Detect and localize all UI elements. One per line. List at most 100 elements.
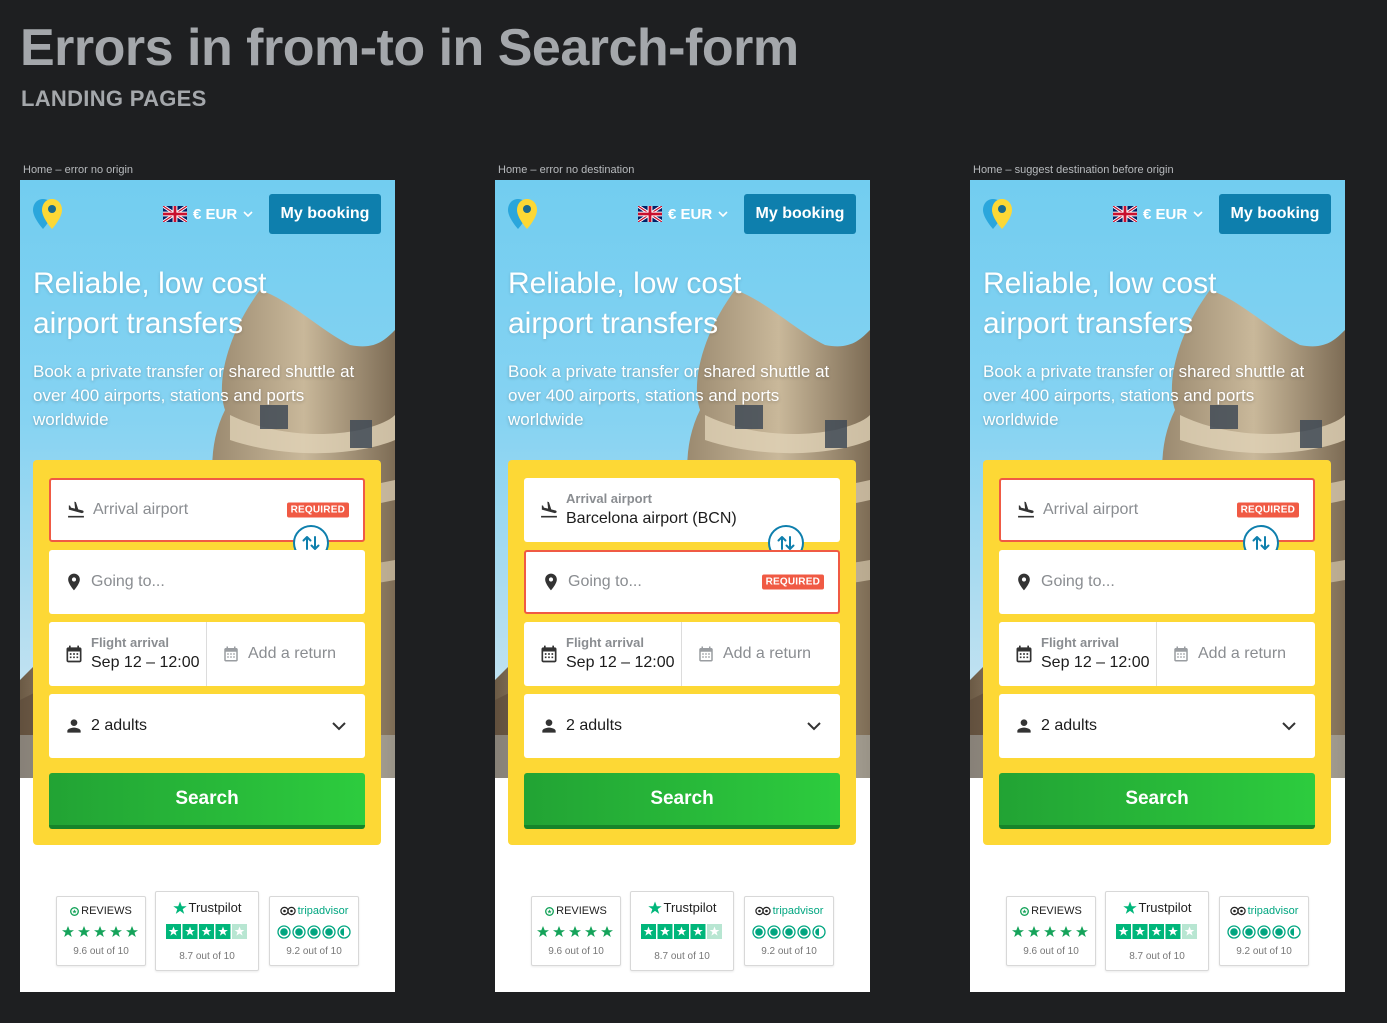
review-site-name: REVIEWS [81, 905, 132, 917]
origin-label: Arrival airport [566, 491, 652, 506]
date-field: Flight arrival Sep 12 – 12:00 Add a retu… [49, 622, 365, 686]
person-icon [542, 719, 556, 733]
date-value[interactable]: Sep 12 – 12:00 [566, 654, 675, 672]
date-value[interactable]: Sep 12 – 12:00 [1041, 654, 1150, 672]
passengers-select[interactable]: 2 adults [999, 694, 1315, 758]
reviews-strip: REVIEWS 9.6 out of 10 Trustpilot 8.7 out… [20, 890, 395, 980]
divider [681, 622, 682, 686]
review-site-name: tripadvisor [772, 905, 824, 917]
required-badge: REQUIRED [761, 574, 824, 590]
reviews-badge[interactable]: REVIEWS 9.6 out of 10 [531, 896, 621, 966]
star-icons [1116, 924, 1197, 939]
my-booking-button[interactable]: My booking [1219, 194, 1331, 234]
tripadvisor-badge[interactable]: tripadvisor 9.2 out of 10 [1219, 896, 1309, 966]
chevron-down-icon [718, 211, 728, 218]
hero-headline: Reliable, low cost airport transfers [33, 267, 267, 340]
destination-placeholder: Going to... [1041, 573, 1115, 590]
search-button[interactable]: Search [999, 773, 1315, 829]
mobile-frame: € EUR My booking Reliable, low cost airp… [495, 180, 870, 992]
currency-selector[interactable]: € EUR [638, 204, 728, 224]
reviews-badge[interactable]: REVIEWS 9.6 out of 10 [1006, 896, 1096, 966]
search-button[interactable]: Search [49, 773, 365, 829]
review-score: 9.2 out of 10 [1236, 946, 1292, 957]
currency-label: € EUR [668, 205, 713, 223]
required-badge: REQUIRED [1236, 502, 1299, 518]
required-badge: REQUIRED [286, 502, 349, 518]
search-button[interactable]: Search [524, 773, 840, 829]
brand-logo-icon[interactable] [983, 197, 1015, 231]
calendar-icon [66, 645, 82, 663]
date-label[interactable]: Flight arrival [566, 635, 644, 650]
reviews-logo-icon [1020, 906, 1030, 916]
origin-placeholder: Arrival airport [1043, 501, 1139, 518]
add-return-button[interactable]: Add a return [723, 645, 811, 663]
date-field: Flight arrival Sep 12 – 12:00 Add a retu… [524, 622, 840, 686]
tripadvisor-owl-icon [754, 906, 771, 916]
review-score: 8.7 out of 10 [1129, 951, 1185, 962]
review-site-name: REVIEWS [1031, 905, 1082, 917]
date-label[interactable]: Flight arrival [1041, 635, 1119, 650]
frame-label: Home – error no destination [498, 164, 635, 176]
currency-selector[interactable]: € EUR [163, 204, 253, 224]
mobile-frame: € EUR My booking Reliable, low cost airp… [970, 180, 1345, 992]
my-booking-button[interactable]: My booking [269, 194, 381, 234]
destination-field[interactable]: Going to... REQUIRED [524, 550, 840, 614]
star-rating [156, 924, 258, 940]
tripadvisor-badge[interactable]: tripadvisor 9.2 out of 10 [744, 896, 834, 966]
star-icons [166, 924, 247, 939]
reviews-badge[interactable]: REVIEWS 9.6 out of 10 [56, 896, 146, 966]
destination-field[interactable]: Going to... [999, 550, 1315, 614]
review-score: 9.6 out of 10 [1023, 946, 1079, 957]
brand-logo-icon[interactable] [508, 197, 540, 231]
hero-headline: Reliable, low cost airport transfers [983, 267, 1217, 340]
date-label[interactable]: Flight arrival [91, 635, 169, 650]
frame-label: Home – suggest destination before origin [973, 164, 1174, 176]
review-site-name: Trustpilot [663, 900, 717, 915]
tripadvisor-owl-icon [1229, 906, 1246, 916]
passengers-select[interactable]: 2 adults [524, 694, 840, 758]
destination-field[interactable]: Going to... [49, 550, 365, 614]
star-rating [1007, 925, 1095, 939]
person-icon [67, 719, 81, 733]
search-form: Arrival airport REQUIRED Going to... Fli… [983, 460, 1331, 845]
review-score: 8.7 out of 10 [654, 951, 710, 962]
destination-placeholder: Going to... [568, 573, 642, 590]
bubble-icons [752, 925, 826, 939]
chevron-down-icon [332, 722, 346, 731]
brand-logo-icon[interactable] [33, 197, 65, 231]
bubble-rating [1220, 925, 1308, 939]
divider [206, 622, 207, 686]
review-site-name: Trustpilot [188, 900, 242, 915]
search-form: Arrival airport Barcelona airport (BCN) … [508, 460, 856, 845]
tripadvisor-badge[interactable]: tripadvisor 9.2 out of 10 [269, 896, 359, 966]
star-icons [62, 926, 138, 937]
review-score: 9.2 out of 10 [286, 946, 342, 957]
calendar-icon [699, 646, 713, 662]
chevron-down-icon [1282, 722, 1296, 731]
review-score: 8.7 out of 10 [179, 951, 235, 962]
trustpilot-badge[interactable]: Trustpilot 8.7 out of 10 [1105, 891, 1209, 971]
currency-selector[interactable]: € EUR [1113, 204, 1203, 224]
calendar-icon [224, 646, 238, 662]
review-score: 9.6 out of 10 [73, 946, 129, 957]
review-site-name: tripadvisor [1247, 905, 1299, 917]
bubble-icons [277, 925, 351, 939]
trustpilot-badge[interactable]: Trustpilot 8.7 out of 10 [630, 891, 734, 971]
trustpilot-badge[interactable]: Trustpilot 8.7 out of 10 [155, 891, 259, 971]
add-return-button[interactable]: Add a return [248, 645, 336, 663]
search-form: Arrival airport REQUIRED Going to... Fli… [33, 460, 381, 845]
passengers-value: 2 adults [1041, 717, 1098, 734]
origin-placeholder: Arrival airport [93, 501, 189, 518]
uk-flag-icon [1113, 206, 1137, 222]
date-value[interactable]: Sep 12 – 12:00 [91, 654, 200, 672]
hero-subline: Book a private transfer or shared shuttl… [508, 362, 830, 429]
star-icons [641, 924, 722, 939]
my-booking-button[interactable]: My booking [744, 194, 856, 234]
location-pin-icon [545, 573, 557, 591]
review-site-name: Trustpilot [1138, 900, 1192, 915]
add-return-button[interactable]: Add a return [1198, 645, 1286, 663]
star-rating [1106, 924, 1208, 940]
destination-placeholder: Going to... [91, 573, 165, 590]
review-score: 9.6 out of 10 [548, 946, 604, 957]
passengers-select[interactable]: 2 adults [49, 694, 365, 758]
